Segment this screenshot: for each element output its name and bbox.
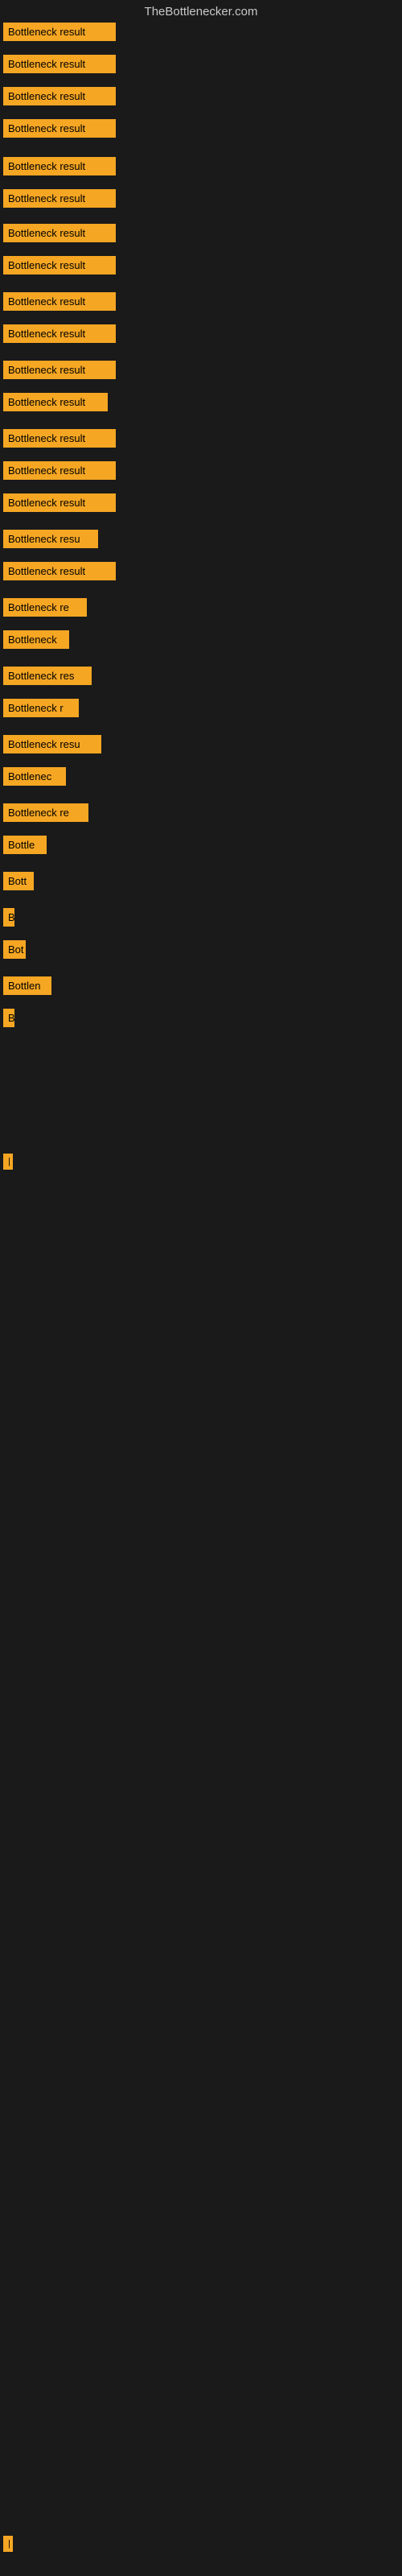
list-item: Bottleneck result xyxy=(3,119,116,142)
list-item: Bottleneck result xyxy=(3,23,116,45)
bottleneck-bar: Bottlenec xyxy=(3,767,66,786)
bottleneck-bar: Bottleneck resu xyxy=(3,735,101,753)
bottleneck-bar: Bott xyxy=(3,872,34,890)
list-item: Bottlen xyxy=(3,976,51,999)
site-title: TheBottlenecker.com xyxy=(0,5,402,19)
bottleneck-bar: Bottleneck result xyxy=(3,562,116,580)
bottleneck-bar: Bottleneck result xyxy=(3,361,116,379)
list-item: Bottleneck res xyxy=(3,667,92,689)
list-item: Bottleneck xyxy=(3,630,69,653)
bottleneck-bar: Bottleneck re xyxy=(3,803,88,822)
list-item: Bottleneck result xyxy=(3,562,116,584)
list-item: B xyxy=(3,1009,14,1031)
list-item: Bottleneck result xyxy=(3,393,108,415)
list-item: Bottleneck result xyxy=(3,292,116,315)
bottleneck-bar: B xyxy=(3,908,14,927)
list-item: Bottleneck re xyxy=(3,803,88,826)
bottleneck-bar: Bottleneck result xyxy=(3,23,116,41)
list-item: Bottleneck result xyxy=(3,256,116,279)
bottleneck-bar: Bottleneck result xyxy=(3,393,108,411)
bottleneck-bar: Bottleneck result xyxy=(3,324,116,343)
list-item: B xyxy=(3,908,14,931)
list-item: Bottleneck result xyxy=(3,429,116,452)
list-item: Bottleneck result xyxy=(3,324,116,347)
list-item: Bottleneck result xyxy=(3,189,116,212)
bottleneck-bar: Bottleneck xyxy=(3,630,69,649)
list-item: Bottle xyxy=(3,836,47,858)
list-item: Bottleneck re xyxy=(3,598,87,621)
list-item: Bottlenec xyxy=(3,767,66,790)
list-item: Bottleneck result xyxy=(3,87,116,109)
bottleneck-bar: Bottleneck resu xyxy=(3,530,98,548)
bottleneck-bar: Bottle xyxy=(3,836,47,854)
bottleneck-bar: | xyxy=(3,2536,13,2552)
list-item: | xyxy=(3,1154,13,1174)
list-item: Bottleneck result xyxy=(3,55,116,77)
list-item: Bottleneck result xyxy=(3,361,116,383)
bottleneck-bar: Bottleneck result xyxy=(3,429,116,448)
bottleneck-bar: Bottleneck result xyxy=(3,55,116,73)
bottleneck-bar: Bottleneck result xyxy=(3,189,116,208)
list-item: Bottleneck result xyxy=(3,157,116,180)
list-item: Bottleneck resu xyxy=(3,735,101,758)
bottleneck-bar: Bottleneck result xyxy=(3,87,116,105)
bottleneck-bar: Bottleneck result xyxy=(3,119,116,138)
list-item: Bott xyxy=(3,872,34,894)
bottleneck-bar: Bottleneck result xyxy=(3,224,116,242)
list-item: Bot xyxy=(3,940,26,963)
bottleneck-bar: Bottleneck result xyxy=(3,157,116,175)
bottleneck-bar: B xyxy=(3,1009,14,1027)
bottleneck-bar: Bottleneck result xyxy=(3,461,116,480)
bottleneck-bar: Bot xyxy=(3,940,26,959)
bottleneck-bar: Bottleneck result xyxy=(3,292,116,311)
list-item: Bottleneck r xyxy=(3,699,79,721)
bottleneck-bar: Bottleneck res xyxy=(3,667,92,685)
bottleneck-bar: Bottleneck re xyxy=(3,598,87,617)
bottleneck-bar: Bottlen xyxy=(3,976,51,995)
bottleneck-bar: Bottleneck result xyxy=(3,493,116,512)
list-item: Bottleneck result xyxy=(3,224,116,246)
bottleneck-bar: Bottleneck result xyxy=(3,256,116,275)
list-item: Bottleneck result xyxy=(3,461,116,484)
list-item: Bottleneck resu xyxy=(3,530,98,552)
bottleneck-bar: Bottleneck r xyxy=(3,699,79,717)
bottleneck-bar: | xyxy=(3,1154,13,1170)
list-item: | xyxy=(3,2536,13,2556)
list-item: Bottleneck result xyxy=(3,493,116,516)
